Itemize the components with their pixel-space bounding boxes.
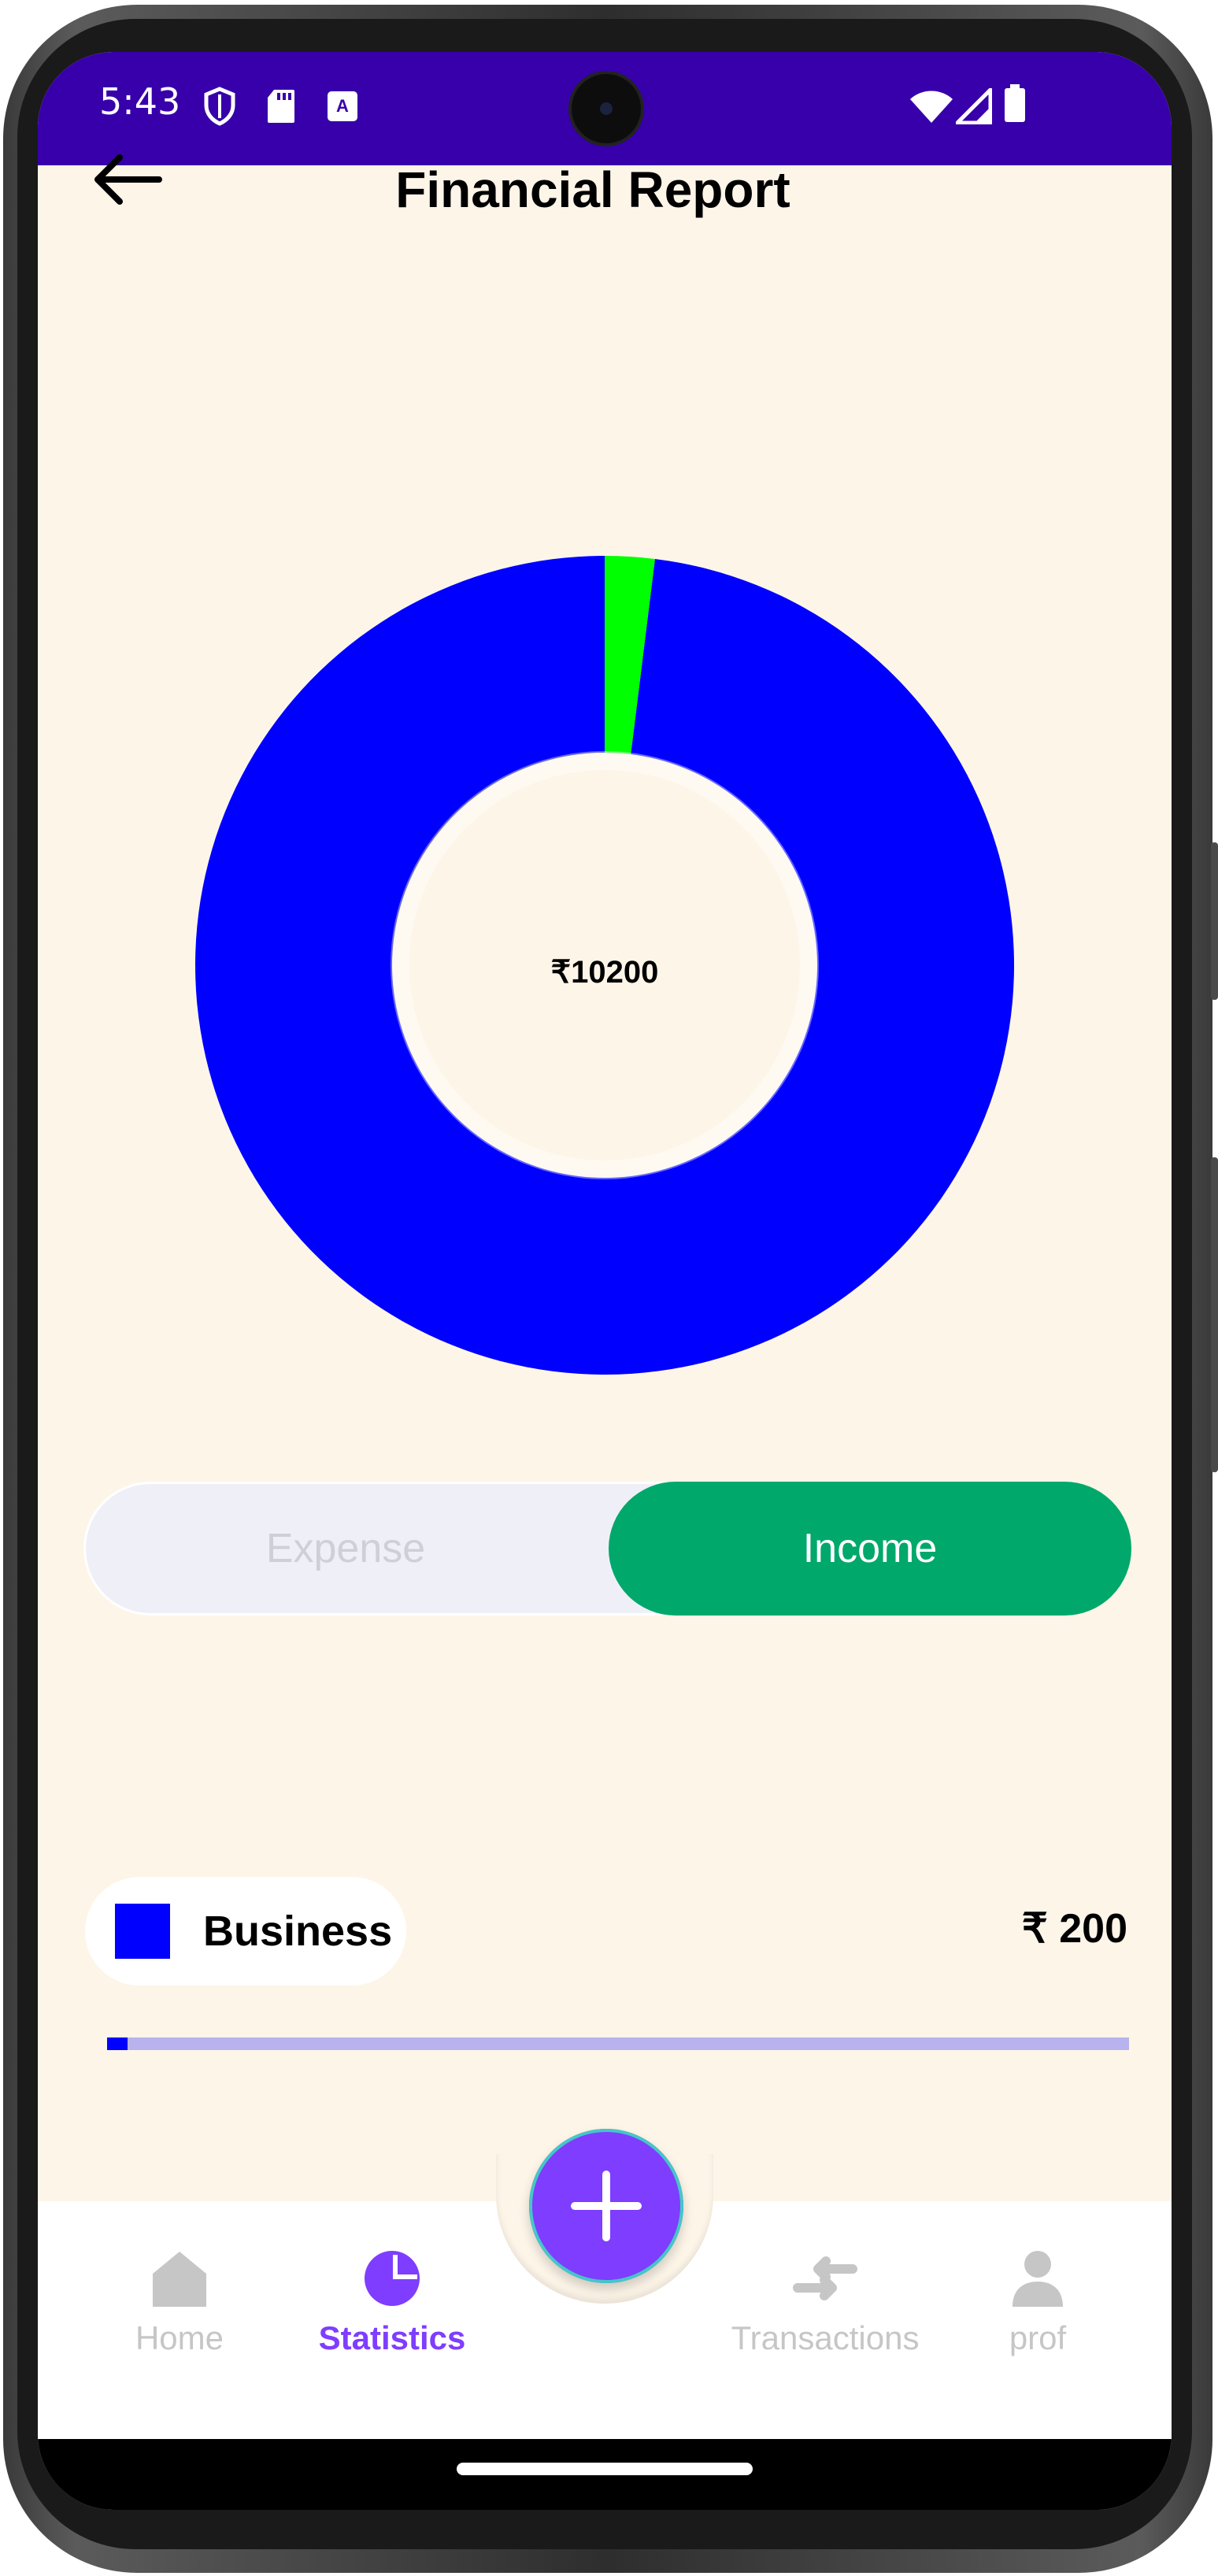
nav-label-home: Home: [135, 2319, 224, 2356]
category-chip[interactable]: Business: [85, 1877, 406, 1986]
category-name: Business: [203, 1908, 393, 1955]
toggle-income[interactable]: Income: [609, 1482, 1131, 1616]
category-progress-track: [107, 2037, 1129, 2050]
status-time: 5:43: [99, 80, 181, 123]
category-amount: ₹ 200: [1021, 1906, 1127, 1952]
add-transaction-button[interactable]: [529, 2129, 683, 2283]
plus-icon: [571, 2171, 642, 2241]
sd-card-icon: [266, 88, 296, 128]
home-gesture-bar[interactable]: [457, 2463, 753, 2475]
nav-profile[interactable]: prof: [975, 2248, 1101, 2357]
person-icon: [1013, 2251, 1063, 2307]
nav-transactions[interactable]: Transactions: [707, 2248, 943, 2357]
screen: 5:43 A Financial Report ₹10200 Expense I…: [38, 52, 1172, 2510]
shield-icon: [202, 87, 238, 130]
pie-chart-icon: [365, 2251, 420, 2306]
nav-label-profile: prof: [1009, 2319, 1067, 2356]
toggle-expense[interactable]: Expense: [86, 1484, 605, 1613]
signal-icon: [955, 87, 993, 128]
wifi-icon: [909, 90, 954, 128]
volume-button: [1211, 842, 1218, 1000]
battery-icon: [1003, 83, 1027, 127]
nav-home[interactable]: Home: [101, 2248, 258, 2357]
chart-center-total: ₹10200: [550, 955, 659, 990]
category-progress-fill: [107, 2037, 128, 2050]
keyboard-a-icon: A: [326, 90, 359, 127]
svg-text:A: A: [336, 96, 349, 116]
category-color-swatch: [115, 1904, 170, 1959]
transfer-arrows-icon: [793, 2256, 857, 2300]
type-toggle: Expense Income: [83, 1482, 1131, 1616]
status-bar: 5:43 A: [38, 52, 1172, 165]
phone-frame: 5:43 A Financial Report ₹10200 Expense I…: [0, 0, 1218, 2576]
front-camera: [572, 74, 641, 143]
nav-label-statistics: Statistics: [318, 2319, 466, 2356]
nav-label-transactions: Transactions: [731, 2319, 920, 2356]
home-icon: [153, 2252, 206, 2307]
power-button: [1211, 1157, 1218, 1472]
nav-statistics[interactable]: Statistics: [298, 2248, 487, 2357]
page-title: Financial Report: [395, 161, 790, 218]
